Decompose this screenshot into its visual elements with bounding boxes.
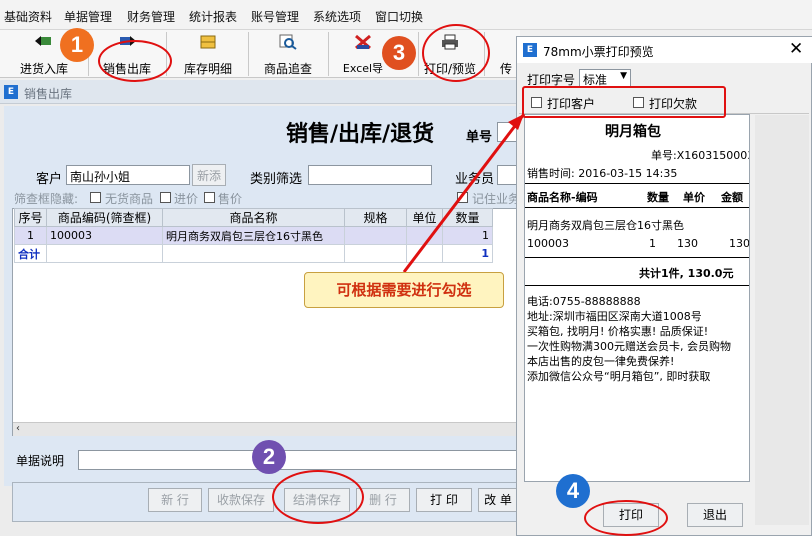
remark-input[interactable] — [78, 450, 518, 470]
col-header-name[interactable]: 商品名称 — [162, 208, 345, 227]
add-customer-button[interactable]: 新添 — [192, 164, 226, 186]
toolbar-separator — [328, 32, 329, 76]
callout-note: 可根据需要进行勾选 — [304, 272, 504, 308]
receipt-item-name: 明月商务双肩包三层仓16寸黑色 — [527, 219, 684, 232]
receipt-rule — [525, 183, 749, 184]
sales-window-titlebar: E 销售出库 — [0, 80, 520, 104]
cell-index[interactable]: 1 — [14, 226, 47, 245]
product-trace-button[interactable]: 商品追查 — [252, 30, 324, 78]
toolbar-separator — [248, 32, 249, 76]
receipt-address: 地址:深圳市福田区深南大道1008号 — [527, 310, 702, 323]
purchase-price-checkbox[interactable] — [160, 192, 171, 203]
menu-document-management[interactable]: 单据管理 — [64, 8, 112, 25]
menu-reports[interactable]: 统计报表 — [189, 8, 237, 25]
no-goods-checkbox[interactable] — [90, 192, 101, 203]
receipt-phone: 电话:0755-88888888 — [527, 295, 641, 308]
receipt-doc-no: 单号:X1603150003 — [651, 149, 750, 162]
step-badge-2: 2 — [252, 440, 286, 474]
receipt-col-amount: 金额 — [721, 191, 743, 204]
dialog-logo-icon: E — [523, 43, 537, 57]
delete-row-button[interactable]: 删 行 — [356, 488, 410, 512]
magnifier-icon — [279, 34, 297, 50]
highlight-ring-settle-save — [272, 470, 364, 524]
total-label: 合计 — [14, 244, 47, 263]
receipt-sale-time: 销售时间: 2016-03-15 14:35 — [527, 167, 678, 180]
dropdown-arrow-icon: ▼ — [620, 71, 627, 81]
menu-accounts[interactable]: 账号管理 — [251, 8, 299, 25]
receipt-slogan: 买箱包, 找明月! 价格实惠! 品质保证! — [527, 325, 709, 338]
highlight-ring-print-preview — [422, 24, 490, 82]
customer-input[interactable]: 南山孙小姐 — [66, 165, 190, 185]
menubar: 基础资料 单据管理 财务管理 统计报表 账号管理 系统选项 窗口切换 — [0, 0, 812, 30]
menu-finance[interactable]: 财务管理 — [127, 8, 175, 25]
new-row-button[interactable]: 新 行 — [148, 488, 202, 512]
receipt-item-qty: 1 — [649, 237, 656, 250]
dialog-title: 78mm小票打印预览 — [543, 45, 654, 59]
receipt-preview: 明月箱包 单号:X1603150003 销售时间: 2016-03-15 14:… — [524, 114, 750, 482]
step-badge-4: 4 — [556, 474, 590, 508]
highlight-box-checkboxes — [522, 86, 726, 118]
grid-hscrollbar[interactable]: ‹ — [13, 422, 517, 436]
receipt-rule — [525, 257, 749, 258]
customer-label: 客户 — [36, 172, 63, 187]
font-size-select[interactable]: 标准 ▼ — [579, 69, 631, 87]
category-filter-label: 类别筛选 — [250, 172, 303, 187]
highlight-ring-print — [584, 500, 668, 536]
col-header-index[interactable]: 序号 — [14, 208, 47, 227]
edit-doc-button[interactable]: 改 单 — [478, 488, 518, 512]
toolbar-separator — [418, 32, 419, 76]
receipt-total: 共计1件, 130.0元 — [639, 267, 734, 280]
step-badge-3: 3 — [382, 36, 416, 70]
receipt-col-name: 商品名称-编码 — [527, 191, 598, 204]
receipt-shop-name: 明月箱包 — [605, 124, 661, 140]
col-header-code[interactable]: 商品编码(筛查框) — [46, 208, 163, 227]
menu-system-options[interactable]: 系统选项 — [313, 8, 361, 25]
receipt-care-note: 本店出售的皮包一律免费保养! — [527, 355, 675, 368]
menu-window-switch[interactable]: 窗口切换 — [375, 8, 423, 25]
receipt-col-price: 单价 — [683, 191, 705, 204]
close-icon[interactable]: ✕ — [789, 39, 803, 59]
sale-price-checkbox[interactable] — [204, 192, 215, 203]
cell-name[interactable]: 明月商务双肩包三层仓16寸黑色 — [162, 226, 345, 245]
excel-icon — [354, 34, 372, 50]
no-goods-label: 无货商品 — [105, 192, 154, 206]
purchase-in-icon — [35, 34, 53, 50]
inventory-detail-button[interactable]: 库存明细 — [172, 30, 244, 78]
sales-window-title: 销售出库 — [24, 87, 73, 101]
sale-price-label: 售价 — [218, 192, 243, 206]
receipt-item-price: 130 — [677, 237, 698, 250]
receipt-rule — [525, 207, 749, 208]
callout-arrow — [402, 113, 526, 273]
preview-scroll-area[interactable] — [755, 115, 809, 525]
filter-hide-label: 筛查框隐藏: — [14, 192, 79, 206]
print-button-main[interactable]: 打 印 — [416, 488, 472, 512]
receipt-col-qty: 数量 — [647, 191, 669, 204]
receipt-membership: 一次性购物满300元赠送会员卡, 会员购物 — [527, 340, 731, 353]
dialog-titlebar: E 78mm小票打印预览 ✕ — [517, 37, 812, 63]
exit-button[interactable]: 退出 — [687, 503, 743, 527]
font-size-value: 标准 — [583, 73, 608, 87]
menu-basic-data[interactable]: 基础资料 — [4, 8, 52, 25]
receipt-save-button[interactable]: 收款保存 — [208, 488, 274, 512]
receipt-rule — [525, 285, 749, 286]
scroll-left-icon[interactable]: ‹ — [16, 423, 20, 434]
receipt-wechat-note: 添加微信公众号“明月箱包”, 即时获取 — [527, 370, 711, 383]
highlight-ring-sales — [98, 40, 172, 82]
purchase-price-label: 进价 — [174, 192, 199, 206]
inventory-icon — [199, 34, 217, 50]
toolbar-more-button[interactable]: 传 — [496, 30, 516, 78]
cell-code[interactable]: 100003 — [46, 226, 163, 245]
remark-label: 单据说明 — [16, 454, 65, 468]
receipt-item-amount: 130 — [729, 237, 750, 250]
step-badge-1: 1 — [60, 28, 94, 62]
app-logo-icon: E — [4, 85, 18, 99]
